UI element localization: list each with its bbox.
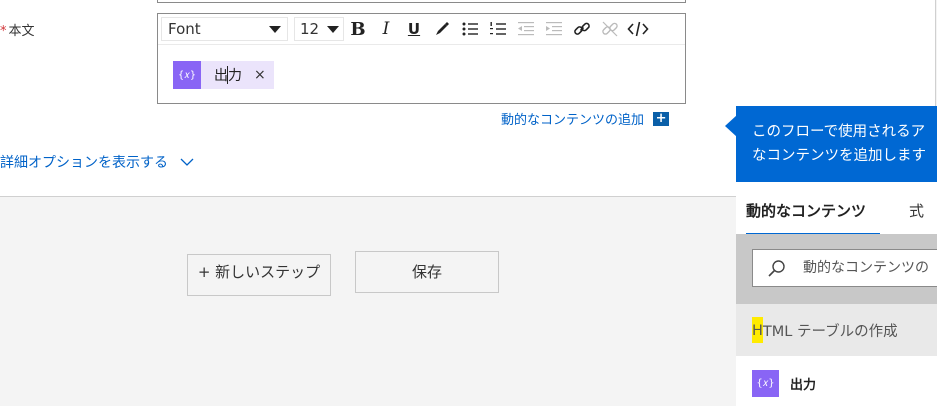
- chevron-down-icon: [180, 158, 194, 166]
- outdent-button[interactable]: [512, 17, 540, 41]
- outdent-icon: [518, 22, 534, 36]
- body-label-text: 本文: [8, 24, 35, 39]
- link-icon: [574, 22, 590, 35]
- numbered-list-icon: [490, 22, 506, 35]
- flyout-header: このフローで使用されるア なコンテンツを追加します: [736, 106, 937, 182]
- tab-expression[interactable]: 式: [909, 200, 924, 221]
- code-icon: [627, 21, 649, 37]
- text-cursor: [227, 66, 228, 84]
- previous-field-edge: [157, 0, 686, 3]
- variable-icon: {𝑥}: [752, 369, 779, 397]
- variable-icon: {𝑥}: [173, 61, 201, 89]
- font-family-value: Font: [168, 20, 201, 38]
- dynamic-content-token[interactable]: {𝑥} 出力 ×: [173, 61, 274, 89]
- search-area: [736, 234, 937, 304]
- search-highlight: H: [752, 317, 763, 343]
- flyout-header-line2: なコンテンツを追加します: [752, 148, 926, 164]
- unlink-icon: [602, 21, 618, 37]
- required-marker: *: [0, 24, 7, 39]
- dynamic-content-flyout: このフローで使用されるア なコンテンツを追加します 動的なコンテンツ 式 HTM…: [736, 106, 937, 406]
- chevron-down-icon: [327, 25, 339, 33]
- insert-link-button[interactable]: [568, 17, 596, 41]
- indent-button[interactable]: [540, 17, 568, 41]
- editor-toolbar: Font 12 B I U: [158, 14, 685, 45]
- item-label: 出力: [790, 377, 817, 393]
- dynamic-content-item-output[interactable]: {𝑥} 出力: [736, 365, 937, 401]
- indent-icon: [546, 22, 562, 36]
- add-dynamic-content-link[interactable]: 動的なコンテンツの追加 +: [501, 109, 670, 128]
- pen-icon: [436, 22, 449, 35]
- section-header-text: TML テーブルの作成: [762, 323, 898, 340]
- new-step-label: + 新しいステップ: [197, 263, 321, 281]
- code-view-button[interactable]: [624, 17, 652, 41]
- plus-icon: +: [653, 111, 670, 126]
- show-advanced-options-link[interactable]: 詳細オプションを表示する: [0, 152, 194, 172]
- flyout-tabs: 動的なコンテンツ 式: [736, 190, 937, 235]
- flyout-header-line1: このフローで使用されるア: [752, 124, 926, 140]
- underline-button[interactable]: U: [400, 17, 428, 41]
- remove-token-button[interactable]: ×: [254, 67, 266, 83]
- font-size-select[interactable]: 12: [294, 17, 344, 41]
- rich-text-editor[interactable]: Font 12 B I U {𝑥} 出力 ×: [157, 13, 686, 104]
- add-dynamic-content-label: 動的なコンテンツの追加: [501, 113, 645, 128]
- bullet-list-icon: [462, 22, 478, 36]
- bullet-list-button[interactable]: [456, 17, 484, 41]
- numbered-list-button[interactable]: [484, 17, 512, 41]
- font-size-value: 12: [300, 20, 320, 38]
- search-input[interactable]: [801, 259, 937, 277]
- chevron-down-icon: [269, 25, 281, 33]
- advanced-options-label: 詳細オプションを表示する: [0, 155, 168, 171]
- tab-dynamic-content[interactable]: 動的なコンテンツ: [746, 200, 866, 221]
- text-color-button[interactable]: [428, 17, 456, 41]
- new-step-button[interactable]: + 新しいステップ: [187, 254, 331, 296]
- search-icon: [767, 258, 787, 278]
- italic-button[interactable]: I: [372, 17, 400, 41]
- bold-button[interactable]: B: [344, 17, 372, 41]
- save-button[interactable]: 保存: [355, 251, 499, 293]
- token-label: 出力: [214, 68, 242, 84]
- remove-link-button[interactable]: [596, 17, 624, 41]
- search-box[interactable]: [752, 249, 937, 287]
- section-header-create-html-table: H TML テーブルの作成: [736, 304, 937, 356]
- body-field-label: * 本文: [0, 20, 35, 39]
- font-family-select[interactable]: Font: [161, 17, 288, 41]
